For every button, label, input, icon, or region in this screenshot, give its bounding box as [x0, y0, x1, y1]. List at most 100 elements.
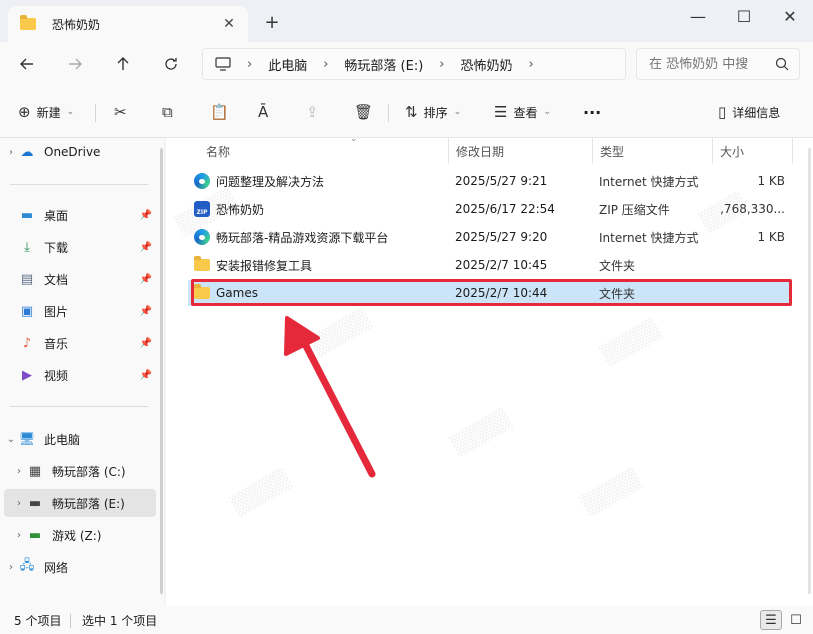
navigation-bar: › 此电脑 › 畅玩部落 (E:) › 恐怖奶奶 ›: [0, 42, 813, 86]
pin-icon[interactable]: 📌: [140, 210, 152, 221]
file-row[interactable]: 安装报错修复工具 2025/2/7 10:45 文件夹: [188, 252, 792, 278]
tab-active[interactable]: 恐怖奶奶 ✕: [8, 6, 248, 42]
up-button[interactable]: [108, 50, 138, 78]
sidebar-divider: [10, 184, 148, 185]
sort-icon: ⇅: [405, 103, 418, 121]
details-pane-button[interactable]: ▯ 详细信息: [718, 100, 780, 124]
chevron-right-icon[interactable]: ›: [12, 530, 26, 541]
sidebar-item-drive-c[interactable]: › ▦ 畅玩部落 (C:): [4, 457, 156, 485]
file-name: Games: [216, 286, 258, 300]
chevron-right-icon[interactable]: ›: [323, 57, 328, 72]
pin-icon[interactable]: 📌: [140, 338, 152, 349]
toolbar-divider: [388, 104, 389, 122]
rename-button[interactable]: Ā: [258, 100, 274, 124]
column-header-type[interactable]: 类型: [592, 138, 712, 164]
file-list-scrollbar[interactable]: [808, 148, 811, 594]
chevron-right-icon[interactable]: ›: [4, 147, 18, 158]
sidebar-item-label: 畅玩部落 (E:): [52, 496, 125, 511]
document-icon: ▤: [20, 271, 34, 287]
sidebar-item-network[interactable]: › 🖧 网络: [4, 553, 156, 581]
computer-icon: 🖥: [18, 431, 36, 447]
file-row[interactable]: 畅玩部落-精品游戏资源下载平台 2025/5/27 9:20 Internet …: [188, 224, 792, 250]
sidebar-item-drive-e[interactable]: › ▬ 畅玩部落 (E:): [4, 489, 156, 517]
chevron-right-icon[interactable]: ›: [439, 57, 444, 72]
tab-close-icon[interactable]: ✕: [220, 15, 238, 33]
sidebar-item-videos[interactable]: ▶ 视频 📌: [4, 361, 156, 389]
pin-icon[interactable]: 📌: [140, 274, 152, 285]
sidebar-item-pictures[interactable]: ▣ 图片 📌: [4, 297, 156, 325]
view-button[interactable]: ☰ 查看 ⌄: [494, 100, 551, 124]
sort-button[interactable]: ⇅ 排序 ⌄: [405, 100, 461, 124]
search-input[interactable]: [649, 56, 769, 72]
address-bar[interactable]: › 此电脑 › 畅玩部落 (E:) › 恐怖奶奶 ›: [202, 48, 626, 80]
file-type: Internet 快捷方式: [599, 230, 699, 245]
new-button[interactable]: ⊕ 新建 ⌄: [18, 100, 74, 124]
search-box[interactable]: [636, 48, 800, 80]
paste-button[interactable]: 📋: [210, 100, 235, 124]
file-date: 2025/6/17 22:54: [455, 202, 555, 216]
sidebar-item-this-pc[interactable]: ⌄ 🖥 此电脑: [4, 425, 156, 453]
refresh-button[interactable]: [156, 50, 186, 78]
maximize-button[interactable]: ☐: [721, 0, 767, 32]
arrow-up-icon: [117, 57, 129, 70]
column-header-date[interactable]: 修改日期: [448, 138, 592, 164]
details-pane-icon: ▯: [718, 103, 727, 121]
sidebar-item-drive-z[interactable]: › ▬ 游戏 (Z:): [4, 521, 156, 549]
sidebar-scrollbar[interactable]: [160, 148, 163, 594]
breadcrumb-current-folder[interactable]: 恐怖奶奶: [461, 55, 513, 74]
minimize-button[interactable]: —: [675, 0, 721, 32]
column-header-name[interactable]: 名称 ⌄: [198, 134, 448, 164]
chevron-down-icon[interactable]: ⌄: [4, 434, 18, 445]
new-tab-button[interactable]: +: [262, 13, 282, 33]
title-bar: 恐怖奶奶 ✕ + — ☐ ✕: [0, 0, 813, 42]
sidebar-item-label: 视频: [44, 368, 69, 383]
more-options-button[interactable]: ···: [583, 100, 601, 124]
chevron-right-icon[interactable]: ›: [12, 498, 26, 509]
column-label: 修改日期: [456, 144, 505, 159]
music-icon: ♪: [22, 335, 32, 351]
delete-button[interactable]: 🗑: [354, 100, 379, 124]
plus-circle-icon: ⊕: [18, 103, 31, 121]
list-view-icon: ☰: [494, 103, 508, 121]
column-header-size[interactable]: 大小: [712, 138, 792, 164]
file-row[interactable]: 问题整理及解决方法 2025/5/27 9:21 Internet 快捷方式 1…: [188, 168, 792, 194]
forward-button[interactable]: [60, 50, 90, 78]
file-row[interactable]: ZIP 恐怖奶奶 2025/6/17 22:54 ZIP 压缩文件 2,768,3…: [188, 196, 792, 222]
sidebar-item-label: 图片: [44, 304, 69, 319]
chevron-right-icon[interactable]: ›: [4, 562, 18, 573]
file-name: 畅玩部落-精品游戏资源下载平台: [216, 230, 389, 245]
edge-icon: [194, 173, 210, 189]
desktop-icon: ▬: [20, 207, 34, 223]
chevron-right-icon[interactable]: ›: [12, 466, 26, 477]
copy-button[interactable]: ⧉: [162, 100, 179, 124]
back-button[interactable]: [12, 50, 42, 78]
sidebar-item-documents[interactable]: ▤ 文档 📌: [4, 265, 156, 293]
zip-icon: ZIP: [194, 201, 210, 217]
sidebar-item-label: 桌面: [44, 208, 69, 223]
sidebar-item-onedrive[interactable]: › ☁ OneDrive: [4, 138, 156, 166]
share-button[interactable]: ⇪: [306, 100, 325, 124]
breadcrumb-drive-e[interactable]: 畅玩部落 (E:): [344, 55, 423, 74]
file-row-selected[interactable]: Games 2025/2/7 10:44 文件夹: [188, 280, 792, 306]
column-label: 类型: [600, 144, 625, 159]
details-view-button[interactable]: ☰: [760, 610, 782, 630]
pin-icon[interactable]: 📌: [140, 242, 152, 253]
drive-icon: ▬: [28, 495, 42, 511]
cut-button[interactable]: ✂: [114, 100, 133, 124]
file-type: ZIP 压缩文件: [599, 202, 670, 217]
close-window-button[interactable]: ✕: [767, 0, 813, 32]
trash-icon: 🗑: [354, 103, 374, 121]
sidebar-item-desktop[interactable]: ▬ 桌面 📌: [4, 201, 156, 229]
breadcrumb-this-pc[interactable]: 此电脑: [268, 55, 307, 74]
chevron-right-icon[interactable]: ›: [529, 57, 534, 72]
selected-count: 选中 1 个项目: [82, 614, 158, 628]
file-size: [719, 280, 785, 306]
sidebar-item-downloads[interactable]: ⤓ 下载 📌: [4, 233, 156, 261]
folder-icon: [194, 284, 210, 301]
file-name: 问题整理及解决方法: [216, 174, 325, 189]
sidebar-item-music[interactable]: ♪ 音乐 📌: [4, 329, 156, 357]
pin-icon[interactable]: 📌: [140, 370, 152, 381]
column-divider[interactable]: [792, 138, 793, 164]
pin-icon[interactable]: 📌: [140, 306, 152, 317]
tiles-view-button[interactable]: ☐: [785, 610, 807, 630]
